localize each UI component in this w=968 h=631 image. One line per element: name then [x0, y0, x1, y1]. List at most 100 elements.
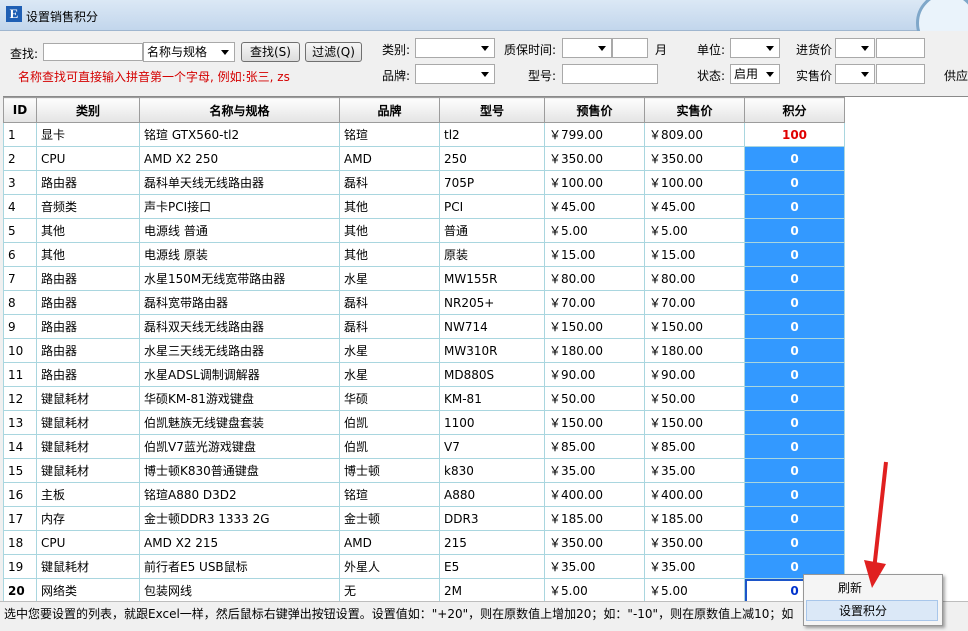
- cell-model[interactable]: 原装: [439, 242, 545, 267]
- cell-name[interactable]: AMD X2 250: [139, 146, 340, 171]
- cell-id[interactable]: 4: [3, 194, 37, 219]
- cell-id[interactable]: 17: [3, 506, 37, 531]
- cell-category[interactable]: 网络类: [36, 578, 140, 602]
- cell-preprice[interactable]: ￥400.00: [544, 482, 645, 507]
- cell-category[interactable]: 键鼠耗材: [36, 410, 140, 435]
- cell-category[interactable]: 内存: [36, 506, 140, 531]
- table-row[interactable]: 10 路由器 水星三天线无线路由器 水星 MW310R ￥180.00 ￥180.00 0: [3, 338, 845, 363]
- cell-model[interactable]: 普通: [439, 218, 545, 243]
- cell-brand[interactable]: 其他: [339, 194, 440, 219]
- cell-actualprice[interactable]: ￥400.00: [644, 482, 745, 507]
- cell-category[interactable]: 路由器: [36, 362, 140, 387]
- cell-points[interactable]: 0: [744, 242, 845, 267]
- status-select[interactable]: 启用: [730, 64, 780, 84]
- cell-points[interactable]: 0: [744, 290, 845, 315]
- cell-name[interactable]: 华硕KM-81游戏键盘: [139, 386, 340, 411]
- cell-model[interactable]: V7: [439, 434, 545, 459]
- cell-id[interactable]: 5: [3, 218, 37, 243]
- cell-preprice[interactable]: ￥85.00: [544, 434, 645, 459]
- cell-brand[interactable]: 水星: [339, 266, 440, 291]
- cell-model[interactable]: 1100: [439, 410, 545, 435]
- table-row[interactable]: 15 键鼠耗材 博士顿K830普通键盘 博士顿 k830 ￥35.00 ￥35.00 0: [3, 458, 845, 483]
- cell-id[interactable]: 11: [3, 362, 37, 387]
- cell-name[interactable]: 前行者E5 USB鼠标: [139, 554, 340, 579]
- cell-brand[interactable]: AMD: [339, 146, 440, 171]
- column-header-category[interactable]: 类别: [36, 97, 140, 123]
- table-row[interactable]: 4 音频类 声卡PCI接口 其他 PCI ￥45.00 ￥45.00 0: [3, 194, 845, 219]
- cell-preprice[interactable]: ￥15.00: [544, 242, 645, 267]
- cell-id[interactable]: 19: [3, 554, 37, 579]
- table-row[interactable]: 8 路由器 磊科宽带路由器 磊科 NR205+ ￥70.00 ￥70.00 0: [3, 290, 845, 315]
- cell-brand[interactable]: 其他: [339, 242, 440, 267]
- cell-category[interactable]: 其他: [36, 242, 140, 267]
- cell-actualprice[interactable]: ￥150.00: [644, 410, 745, 435]
- cell-id[interactable]: 14: [3, 434, 37, 459]
- warranty-select[interactable]: [562, 38, 612, 58]
- cell-points[interactable]: 0: [744, 194, 845, 219]
- cell-name[interactable]: 伯凯V7蓝光游戏键盘: [139, 434, 340, 459]
- product-table[interactable]: ID 类别 名称与规格 品牌 型号 预售价 实售价 积分 1 显卡 铭瑄 GTX560-tl2 铭瑄…: [3, 97, 845, 602]
- cell-actualprice[interactable]: ￥5.00: [644, 218, 745, 243]
- table-row[interactable]: 6 其他 电源线 原装 其他 原装 ￥15.00 ￥15.00 0: [3, 242, 845, 267]
- cell-name[interactable]: 铭瑄 GTX560-tl2: [139, 122, 340, 147]
- cell-preprice[interactable]: ￥35.00: [544, 458, 645, 483]
- cell-brand[interactable]: 外星人: [339, 554, 440, 579]
- cell-actualprice[interactable]: ￥350.00: [644, 530, 745, 555]
- cell-name[interactable]: AMD X2 215: [139, 530, 340, 555]
- cell-model[interactable]: A880: [439, 482, 545, 507]
- cell-name[interactable]: 磊科双天线无线路由器: [139, 314, 340, 339]
- purchase-price-input[interactable]: [876, 38, 925, 58]
- cell-preprice[interactable]: ￥5.00: [544, 578, 645, 602]
- cell-model[interactable]: MW310R: [439, 338, 545, 363]
- table-row[interactable]: 14 键鼠耗材 伯凯V7蓝光游戏键盘 伯凯 V7 ￥85.00 ￥85.00 0: [3, 434, 845, 459]
- column-header-preprice[interactable]: 预售价: [544, 97, 645, 123]
- cell-preprice[interactable]: ￥350.00: [544, 146, 645, 171]
- cell-brand[interactable]: 磊科: [339, 170, 440, 195]
- cell-preprice[interactable]: ￥80.00: [544, 266, 645, 291]
- purchase-price-operator-select[interactable]: [835, 38, 875, 58]
- cell-name[interactable]: 博士顿K830普通键盘: [139, 458, 340, 483]
- cell-points[interactable]: 0: [744, 218, 845, 243]
- cell-actualprice[interactable]: ￥809.00: [644, 122, 745, 147]
- cell-brand[interactable]: 磊科: [339, 314, 440, 339]
- cell-preprice[interactable]: ￥180.00: [544, 338, 645, 363]
- cell-id[interactable]: 15: [3, 458, 37, 483]
- column-header-points[interactable]: 积分: [744, 97, 845, 123]
- cell-id[interactable]: 12: [3, 386, 37, 411]
- cell-brand[interactable]: 华硕: [339, 386, 440, 411]
- cell-model[interactable]: MD880S: [439, 362, 545, 387]
- table-row[interactable]: 13 键鼠耗材 伯凯魅族无线键盘套装 伯凯 1100 ￥150.00 ￥150.00 0: [3, 410, 845, 435]
- table-row[interactable]: 3 路由器 磊科单天线无线路由器 磊科 705P ￥100.00 ￥100.00 0: [3, 170, 845, 195]
- cell-name[interactable]: 水星150M无线宽带路由器: [139, 266, 340, 291]
- cell-model[interactable]: tl2: [439, 122, 545, 147]
- cell-id[interactable]: 9: [3, 314, 37, 339]
- cell-points[interactable]: 0: [744, 506, 845, 531]
- cell-id[interactable]: 13: [3, 410, 37, 435]
- cell-preprice[interactable]: ￥150.00: [544, 410, 645, 435]
- cell-model[interactable]: PCI: [439, 194, 545, 219]
- cell-points[interactable]: 0: [744, 338, 845, 363]
- table-row[interactable]: 11 路由器 水星ADSL调制调解器 水星 MD880S ￥90.00 ￥90.00 0: [3, 362, 845, 387]
- cell-name[interactable]: 电源线 普通: [139, 218, 340, 243]
- cell-actualprice[interactable]: ￥100.00: [644, 170, 745, 195]
- cell-model[interactable]: E5: [439, 554, 545, 579]
- cell-preprice[interactable]: ￥100.00: [544, 170, 645, 195]
- table-row[interactable]: 7 路由器 水星150M无线宽带路由器 水星 MW155R ￥80.00 ￥80.00 0: [3, 266, 845, 291]
- cell-category[interactable]: 路由器: [36, 338, 140, 363]
- context-menu-set-points[interactable]: 设置积分: [806, 600, 938, 621]
- search-mode-select[interactable]: 名称与规格: [143, 42, 235, 62]
- search-input[interactable]: [43, 43, 143, 61]
- cell-brand[interactable]: 铭瑄: [339, 122, 440, 147]
- table-row[interactable]: 5 其他 电源线 普通 其他 普通 ￥5.00 ￥5.00 0: [3, 218, 845, 243]
- cell-actualprice[interactable]: ￥70.00: [644, 290, 745, 315]
- cell-category[interactable]: CPU: [36, 530, 140, 555]
- cell-points[interactable]: 0: [744, 458, 845, 483]
- cell-preprice[interactable]: ￥350.00: [544, 530, 645, 555]
- cell-name[interactable]: 伯凯魅族无线键盘套装: [139, 410, 340, 435]
- cell-actualprice[interactable]: ￥185.00: [644, 506, 745, 531]
- product-grid[interactable]: ID 类别 名称与规格 品牌 型号 预售价 实售价 积分 1 显卡 铭瑄 GTX560-tl2 铭瑄…: [3, 96, 968, 602]
- cell-preprice[interactable]: ￥50.00: [544, 386, 645, 411]
- cell-model[interactable]: 215: [439, 530, 545, 555]
- cell-preprice[interactable]: ￥35.00: [544, 554, 645, 579]
- cell-id[interactable]: 18: [3, 530, 37, 555]
